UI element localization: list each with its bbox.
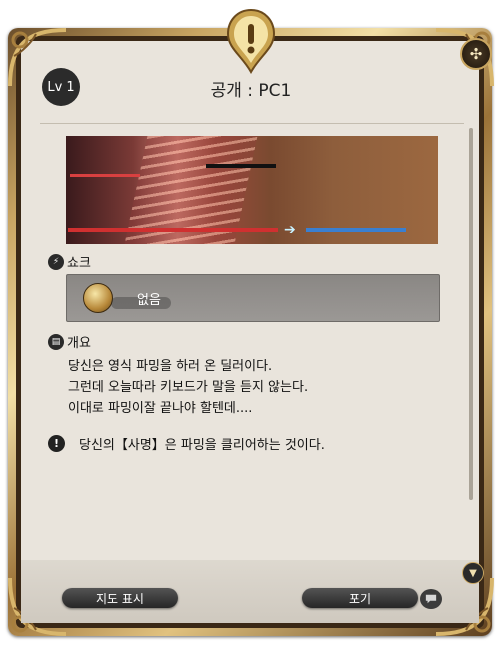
exclamation-emblem-icon — [224, 8, 278, 75]
banner-hp-bar — [68, 228, 278, 232]
abandon-button[interactable]: 포기 — [302, 588, 418, 608]
show-map-button[interactable]: 지도 표시 — [62, 588, 178, 608]
reward-section-label: 쇼크 — [67, 256, 91, 271]
book-icon: ▤ — [48, 333, 64, 350]
chevron-down-icon[interactable]: ▼ — [462, 562, 484, 584]
scrollbar-thumb[interactable] — [469, 128, 473, 500]
banner-party-bar — [70, 174, 140, 177]
quest-banner-image: ➔ — [66, 136, 438, 244]
banner-arrow-icon: ➔ — [284, 222, 296, 238]
banner-enemy-bar — [206, 164, 276, 168]
objective-text: 당신의【사명】은 파밍을 클리어하는 것이다. — [79, 438, 325, 453]
header-divider — [40, 123, 464, 124]
reward-bar[interactable]: 없음 — [66, 274, 440, 322]
description-section-label: 개요 — [67, 336, 91, 351]
shock-icon: ⚡ — [48, 253, 64, 270]
exclamation-icon: ! — [48, 435, 65, 452]
reward-item-name: 없음 — [137, 293, 161, 308]
speech-bubble-icon[interactable] — [420, 589, 442, 609]
quest-objective: ! 당신의【사명】은 파밍을 클리어하는 것이다. — [48, 434, 325, 453]
quest-description: 당신은 영식 파밍을 하러 온 딜러이다. 그런데 오늘따라 키보드가 말을 듣… — [68, 359, 309, 416]
reward-section-header: ⚡ 쇼크 — [48, 252, 91, 271]
banner-mp-bar — [306, 228, 406, 232]
description-section-header: ▤ 개요 — [48, 332, 91, 351]
quest-title: 공개 : PC1 — [210, 81, 292, 101]
coin-icon — [83, 283, 113, 313]
settings-cross-icon[interactable]: ✣ — [460, 38, 492, 70]
